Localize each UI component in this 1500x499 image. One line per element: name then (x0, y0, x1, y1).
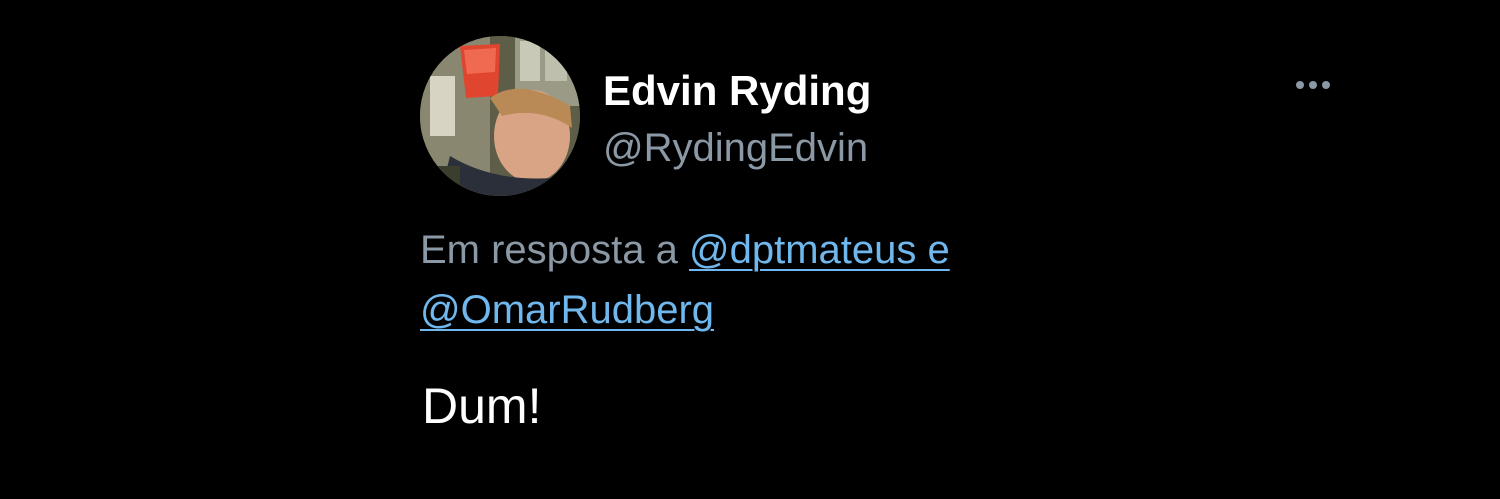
author-display-name[interactable]: Edvin Ryding (603, 66, 871, 116)
mention-link-omarrudberg[interactable]: @OmarRudberg (420, 288, 714, 332)
mention-dptmateus: @dptmateus (689, 228, 917, 272)
reply-prefix: Em resposta a (420, 228, 678, 272)
more-options-button[interactable] (1292, 70, 1336, 100)
reply-conjunction: e (927, 228, 950, 272)
author-handle[interactable]: @RydingEdvin (603, 124, 868, 172)
reply-context: Em resposta a @dptmateus e @OmarRudberg (420, 220, 1120, 340)
avatar-photo (420, 36, 580, 196)
tweet-text: Dum! (422, 378, 542, 434)
more-horizontal-icon (1296, 81, 1330, 89)
tweet[interactable]: Edvin Ryding @RydingEdvin Em resposta a … (420, 36, 1340, 476)
mention-link-dptmateus[interactable]: @dptmateus e (689, 228, 950, 272)
avatar[interactable] (420, 36, 580, 196)
